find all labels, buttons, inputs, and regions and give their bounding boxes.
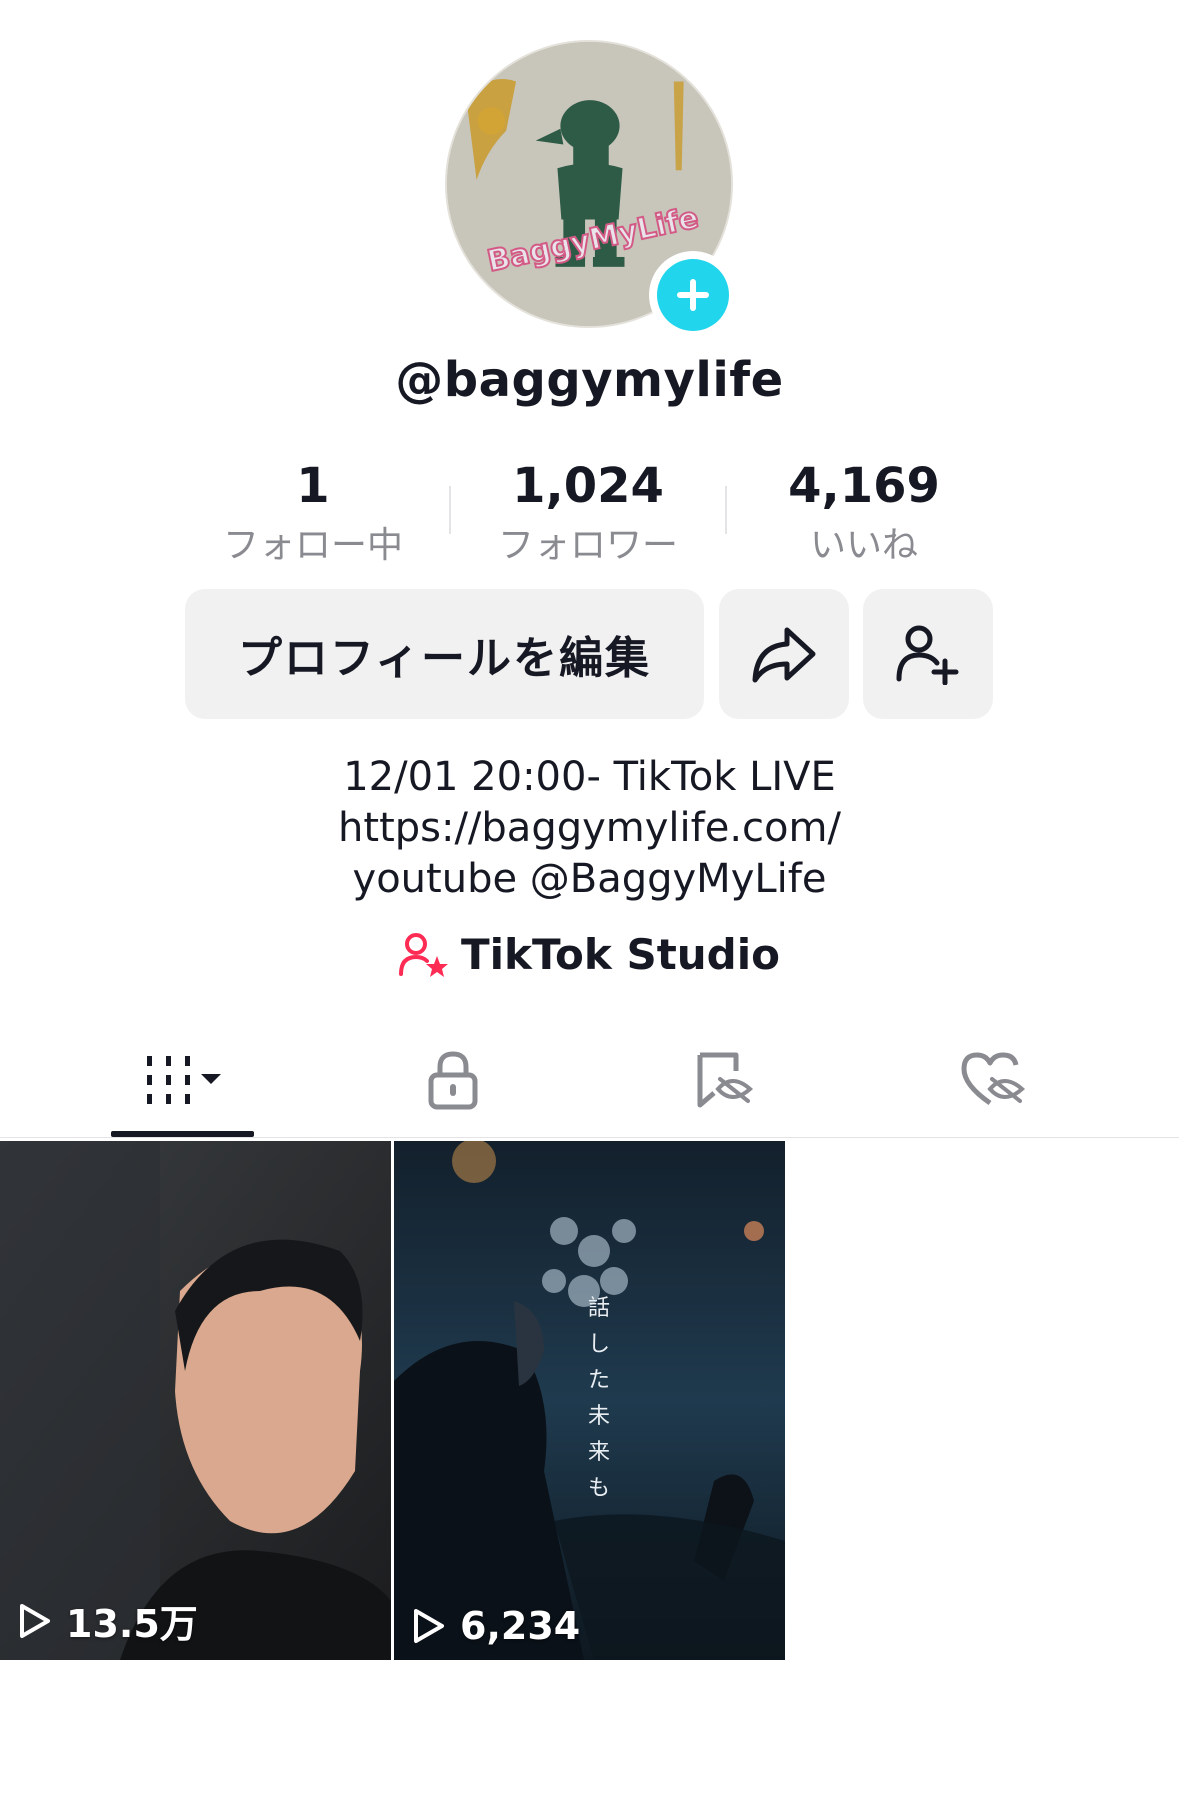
profile-bio: 12/01 20:00- TikTok LIVE https://baggymy…	[0, 752, 1179, 905]
view-count-text: 6,234	[460, 1604, 581, 1648]
lock-icon	[428, 1051, 478, 1110]
following-count: 1	[296, 458, 330, 514]
followers-count: 1,024	[512, 458, 664, 514]
studio-user-star-icon	[399, 932, 448, 977]
username: @baggymylife	[395, 352, 784, 408]
stat-following[interactable]: 1 フォロー中	[193, 458, 433, 570]
add-user-icon	[896, 625, 959, 685]
stat-divider	[725, 486, 727, 534]
tab-divider	[0, 1137, 1179, 1138]
likes-label: いいね	[809, 525, 918, 566]
tiktok-studio-link[interactable]: TikTok Studio	[0, 930, 1179, 979]
share-arrow-icon	[752, 627, 816, 683]
stat-divider	[449, 486, 451, 534]
followers-label: フォロワー	[497, 525, 678, 566]
plus-icon	[677, 279, 709, 311]
add-friend-button[interactable]	[863, 589, 993, 719]
tab-favorites[interactable]	[648, 1025, 798, 1135]
liked-hidden-icon	[961, 1052, 1026, 1106]
video-thumbnail[interactable]: 話した未来も 6,234	[394, 1141, 785, 1660]
view-count: 13.5万	[18, 1593, 198, 1648]
likes-count: 4,169	[788, 458, 940, 514]
video-thumbnail-image	[0, 1141, 391, 1660]
bio-link[interactable]: https://baggymylife.com/	[0, 803, 1179, 854]
studio-label: TikTok Studio	[461, 930, 780, 979]
stat-likes[interactable]: 4,169 いいね	[744, 458, 984, 570]
video-overlay-text: 話した未来も	[587, 1296, 610, 1501]
edit-profile-label: プロフィールを編集	[237, 633, 652, 684]
play-icon	[20, 1603, 50, 1638]
video-thumbnail[interactable]: 13.5万	[0, 1141, 391, 1660]
tab-videos[interactable]	[108, 1025, 258, 1135]
stat-followers[interactable]: 1,024 フォロワー	[468, 458, 708, 570]
share-profile-button[interactable]	[719, 589, 849, 719]
tab-liked[interactable]	[918, 1025, 1068, 1135]
bio-line: 12/01 20:00- TikTok LIVE	[343, 754, 836, 800]
view-count-text: 13.5万	[66, 1602, 198, 1646]
following-label: フォロー中	[222, 525, 403, 566]
favorites-hidden-icon	[697, 1052, 754, 1108]
bio-line: youtube @BaggyMyLife	[352, 856, 827, 902]
videos-grid-icon	[147, 1056, 221, 1104]
follow-add-badge[interactable]	[649, 251, 737, 339]
play-icon	[414, 1609, 444, 1643]
tab-private[interactable]	[378, 1025, 528, 1135]
view-count: 6,234	[412, 1604, 580, 1648]
edit-profile-button[interactable]: プロフィールを編集	[185, 589, 704, 719]
